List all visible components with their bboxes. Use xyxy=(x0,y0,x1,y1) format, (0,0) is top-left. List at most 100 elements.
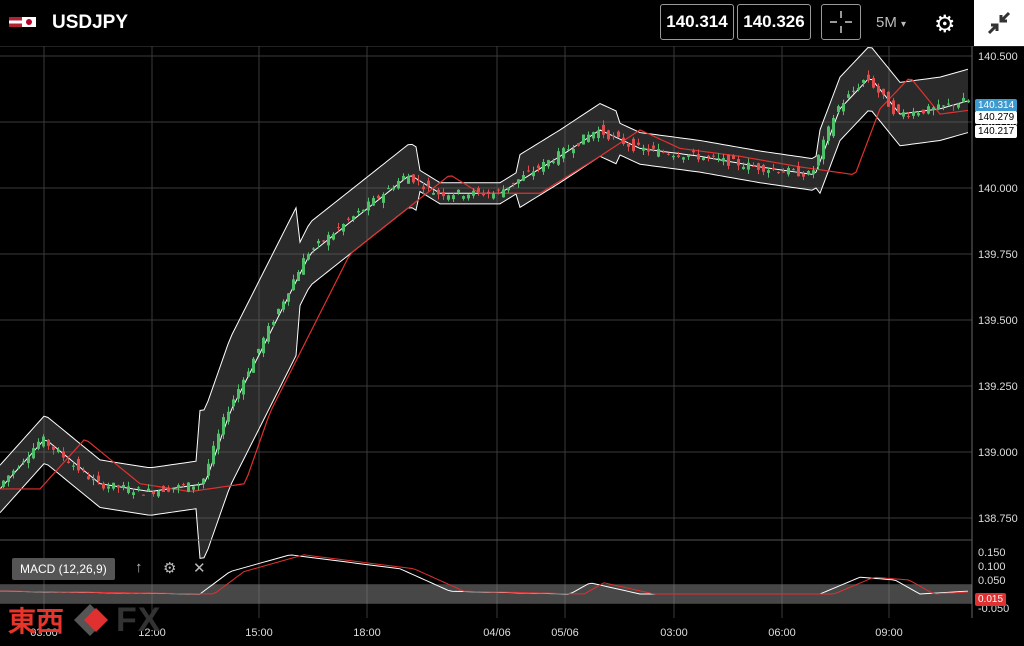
candle-body xyxy=(887,91,890,107)
candle-body xyxy=(937,104,940,110)
candle-body xyxy=(202,478,205,484)
candle-body xyxy=(52,446,55,450)
time-tick-label: 15:00 xyxy=(245,627,273,639)
time-tick-label: 18:00 xyxy=(353,627,381,639)
candle-body xyxy=(187,482,190,492)
candle-body xyxy=(847,94,850,98)
candle-body xyxy=(167,487,170,492)
candle-body xyxy=(697,154,700,160)
timeframe-selector[interactable]: 5M ▾ xyxy=(876,14,906,31)
candle-body xyxy=(222,417,225,435)
candle-body xyxy=(212,445,215,465)
candle-body xyxy=(822,139,825,160)
logo-jp-text: 東西 xyxy=(8,605,65,638)
macd-tick-label: 0.050 xyxy=(978,575,1006,587)
candle-body xyxy=(587,134,590,143)
candle-body xyxy=(247,371,250,377)
arrow-up-icon[interactable]: ↑ xyxy=(135,559,143,576)
candle-body xyxy=(747,162,750,170)
time-tick-label: 05/06 xyxy=(551,627,579,639)
gear-icon[interactable]: ⚙ xyxy=(934,10,956,39)
candle-body xyxy=(637,142,640,145)
candle-body xyxy=(902,112,905,117)
time-tick-label: 06:00 xyxy=(768,627,796,639)
candle-body xyxy=(842,103,845,112)
candle-body xyxy=(57,449,60,453)
candle-body xyxy=(597,130,600,139)
candle-body xyxy=(377,195,380,199)
candle-body xyxy=(567,149,570,151)
candle-body xyxy=(197,485,200,487)
candle-body xyxy=(792,169,795,171)
price-tick-label: 140.000 xyxy=(978,183,1018,195)
candle-body xyxy=(802,173,805,177)
candle-body xyxy=(172,488,175,490)
crosshair-button[interactable] xyxy=(821,4,861,40)
macd-tick-label: 0.150 xyxy=(978,547,1006,559)
symbol-title[interactable]: USDJPY xyxy=(52,12,128,34)
candle-body xyxy=(387,188,390,190)
candle-body xyxy=(347,218,350,220)
candle-body xyxy=(687,155,690,157)
candle-body xyxy=(472,190,475,196)
candle-body xyxy=(37,441,40,449)
candle-body xyxy=(182,484,185,486)
candle-body xyxy=(927,106,930,114)
candle-body xyxy=(967,100,970,103)
candle-body xyxy=(87,476,90,480)
candle-body xyxy=(517,179,520,184)
lower-band-tag: 140.217 xyxy=(975,125,1018,138)
gear-icon[interactable]: ⚙ xyxy=(163,559,176,577)
mid-band-tag: 140.279 xyxy=(975,111,1018,124)
candle-body xyxy=(522,175,525,181)
candle-body xyxy=(542,161,545,172)
candle-body xyxy=(877,85,880,93)
close-icon[interactable]: ✕ xyxy=(193,559,206,577)
candle-body xyxy=(207,463,210,476)
macd-value-tag: 0.015 xyxy=(975,593,1007,606)
candle-body xyxy=(397,180,400,189)
candle-body xyxy=(97,475,100,482)
candle-body xyxy=(177,485,180,489)
candle-body xyxy=(372,198,375,206)
candle-body xyxy=(532,171,535,177)
candle-body xyxy=(77,458,80,471)
candle-body xyxy=(157,491,160,497)
macd-tick-label: 0.100 xyxy=(978,561,1006,573)
candle-body xyxy=(147,488,150,491)
candle-body xyxy=(27,456,30,464)
candle-body xyxy=(192,486,195,490)
candle-body xyxy=(557,151,560,165)
price-tick-label: 140.500 xyxy=(978,51,1018,63)
candle-body xyxy=(92,479,95,481)
price-chart[interactable]: 140.500140.250140.000139.750139.500139.2… xyxy=(0,46,1024,646)
candle-body xyxy=(917,113,920,116)
candle-body xyxy=(17,467,20,469)
price-tick-label: 139.500 xyxy=(978,315,1018,327)
candle-body xyxy=(127,486,130,493)
candle-body xyxy=(342,224,345,232)
ask-price-button[interactable]: 140.326 xyxy=(737,4,811,40)
us-flag-icon xyxy=(9,17,23,27)
brand-logo: 東西 FX xyxy=(8,594,161,646)
candle-body xyxy=(122,485,125,488)
candle-body xyxy=(857,88,860,90)
candle-body xyxy=(602,124,605,135)
minimize-button[interactable] xyxy=(974,0,1024,46)
candle-body xyxy=(442,192,445,197)
candle-body xyxy=(462,196,465,199)
candle-body xyxy=(692,150,695,153)
candle-body xyxy=(422,186,425,190)
candle-body xyxy=(242,379,245,395)
candle-body xyxy=(582,134,585,145)
candle-body xyxy=(287,293,290,302)
candle-body xyxy=(807,171,810,175)
candle-body xyxy=(42,436,45,447)
candle-body xyxy=(62,451,65,458)
candle-body xyxy=(232,399,235,407)
candle-body xyxy=(777,172,780,174)
candle-body xyxy=(702,157,705,160)
macd-indicator-label[interactable]: MACD (12,26,9) xyxy=(12,558,115,580)
candle-body xyxy=(292,279,295,291)
bid-price-button[interactable]: 140.314 xyxy=(660,4,734,40)
